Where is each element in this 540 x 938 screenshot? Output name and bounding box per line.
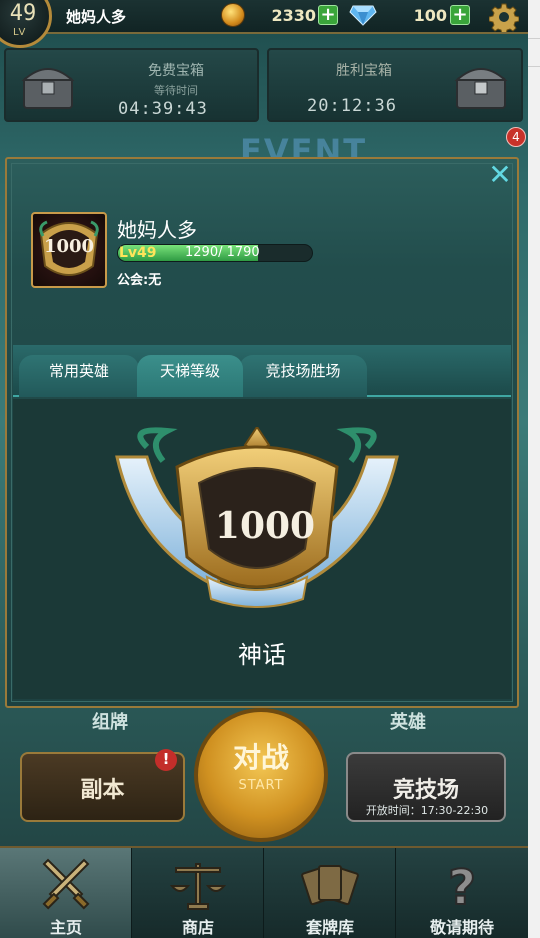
chest-icon (454, 68, 508, 109)
nav-shop[interactable]: 商店 (132, 848, 264, 938)
game-screen: 49 LV 她妈人多 2330 + 100 + 免费宝箱 等待时间 04:39: (0, 0, 528, 938)
level-number: 49 (9, 1, 37, 26)
rank-score: 1000 (214, 505, 316, 547)
nav-home-label: 主页 (49, 918, 82, 937)
profile-modal: ✕ 1000 她妈人多 Lv49 1290/ 1790 公会:无 常用英雄 竞技… (5, 157, 519, 708)
close-icon[interactable]: ✕ (487, 161, 513, 189)
arena-button[interactable]: 竞技场 开放时间：17:30-22:30 (346, 752, 506, 822)
nav-coming-soon-label: 敬请期待 (429, 918, 494, 937)
battle-start-label: START (238, 778, 284, 793)
coin-icon (221, 3, 245, 27)
divider (528, 38, 540, 39)
level-tag: LV (13, 27, 27, 38)
browser-edge (528, 0, 540, 938)
player-name: 她妈人多 (66, 8, 127, 26)
bottom-nav: 主页 商店 套牌库 ? 敬请期待 (0, 846, 528, 938)
top-bar: 49 LV 她妈人多 2330 + 100 + (0, 0, 528, 48)
level-badge[interactable]: 49 LV (0, 0, 52, 48)
victory-chest-title: 胜利宝箱 (336, 63, 392, 79)
crossed-swords-icon (42, 858, 90, 910)
free-chest-title: 免费宝箱 (148, 63, 204, 79)
nav-home[interactable]: 主页 (0, 848, 132, 938)
scales-icon (169, 863, 227, 910)
coin-count: 2330 (271, 6, 316, 25)
nav-coming-soon[interactable]: ? 敬请期待 (396, 848, 528, 938)
battle-label: 对战 (232, 741, 289, 774)
guild-text: 公会:无 (117, 273, 162, 288)
nav-shop-label: 商店 (181, 918, 214, 937)
level-label: Lv49 (119, 245, 157, 261)
player-name: 她妈人多 (117, 218, 197, 242)
diamond-icon (349, 5, 377, 26)
notification-badge: 4 (506, 127, 526, 147)
dungeon-label: 副本 (80, 778, 125, 803)
free-chest-timer: 04:39:43 (118, 99, 208, 119)
svg-text:?: ? (448, 860, 476, 914)
gem-count: 100 (413, 6, 447, 25)
chest-icon (21, 68, 75, 109)
free-chest-subtitle: 等待时间 (154, 84, 198, 97)
add-gems-button[interactable]: + (450, 5, 470, 25)
xp-text: 1290/ 1790 (185, 245, 260, 260)
divider (528, 66, 540, 67)
avatar-score: 1000 (43, 236, 95, 257)
arena-open-time: 开放时间：17:30-22:30 (365, 804, 489, 817)
cards-icon (301, 865, 359, 906)
victory-chest-panel[interactable]: 胜利宝箱 20:12:36 (267, 48, 523, 122)
hero-button[interactable]: 英雄 (390, 708, 426, 734)
question-mark-icon: ? (447, 859, 477, 914)
deck-button[interactable]: 组牌 (92, 708, 128, 734)
battle-start-button[interactable]: 对战 START (194, 708, 328, 842)
nav-deck-library-label: 套牌库 (305, 918, 354, 937)
tab-ladder-rank[interactable]: 天梯等级 (137, 355, 243, 397)
tab-arena-wins[interactable]: 竞技场胜场 (239, 355, 367, 397)
tab-common-heroes[interactable]: 常用英雄 (19, 355, 139, 397)
profile-tabs: 常用英雄 竞技场胜场 天梯等级 (13, 345, 511, 397)
dungeon-alert-badge: ! (155, 749, 177, 771)
gear-icon[interactable] (489, 2, 519, 32)
victory-chest-timer: 20:12:36 (307, 96, 397, 116)
arena-label: 竞技场 (392, 778, 459, 803)
free-chest-panel[interactable]: 免费宝箱 等待时间 04:39:43 (4, 48, 259, 122)
add-coins-button[interactable]: + (318, 5, 338, 25)
nav-deck-library[interactable]: 套牌库 (264, 848, 396, 938)
avatar[interactable]: 1000 (31, 212, 107, 288)
rank-name: 神话 (238, 641, 286, 669)
